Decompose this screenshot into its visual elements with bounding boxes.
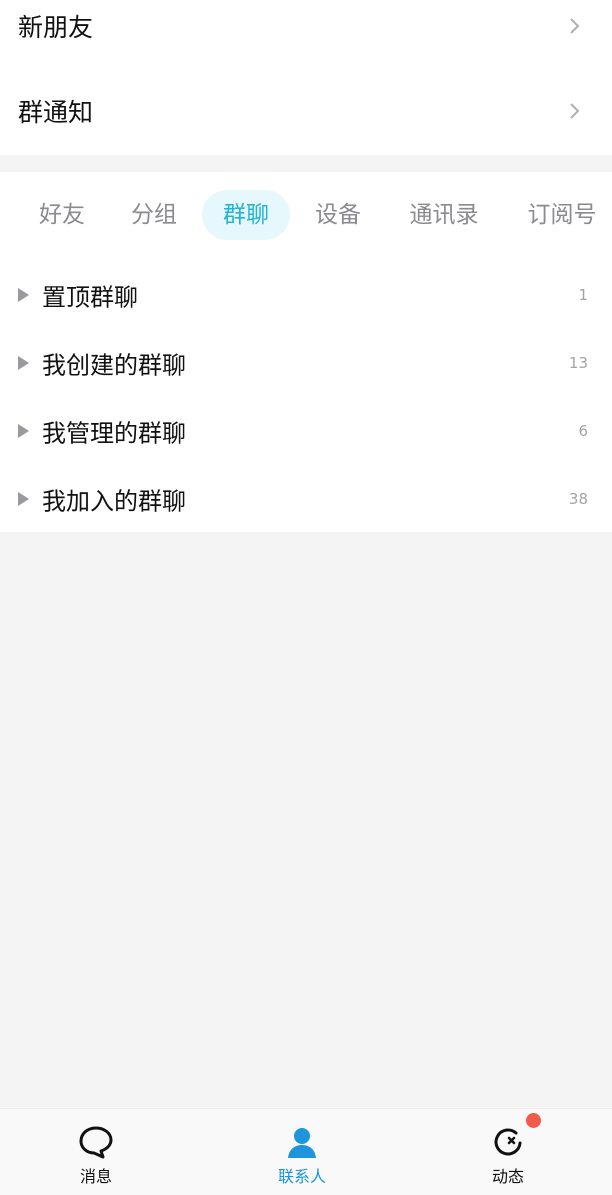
expand-triangle-icon [18,288,29,302]
nav-messages[interactable]: 消息 [36,1109,156,1195]
group-name: 置顶群聊 [42,283,138,312]
contacts-panel: 好友 分组 群聊 设备 通讯录 订阅号 置顶群聊 1 我创建的群聊 13 我管理… [0,172,612,532]
group-list-item[interactable]: 我管理的群聊 6 [0,401,612,461]
group-notice-entry[interactable]: 群通知 [0,73,612,148]
group-count: 13 [568,354,588,372]
new-friends-entry[interactable]: 新朋友 [0,0,612,63]
nav-contacts[interactable]: 联系人 [242,1109,362,1195]
group-list-item[interactable]: 我创建的群聊 13 [0,333,612,393]
chevron-right-icon [570,17,580,34]
tab-address-book[interactable]: 通讯录 [396,190,492,240]
expand-triangle-icon [18,424,29,438]
expand-triangle-icon [18,492,29,506]
group-list-item[interactable]: 置顶群聊 1 [0,265,612,325]
bottom-tab-bar: 消息 联系人 动态 [0,1108,612,1195]
notification-badge [526,1113,541,1128]
new-friends-label: 新朋友 [18,12,94,42]
tab-group-chats[interactable]: 群聊 [202,190,290,240]
group-list-item[interactable]: 我加入的群聊 38 [0,469,612,529]
moments-refresh-icon [494,1128,522,1156]
contact-tabs: 好友 分组 群聊 设备 通讯录 订阅号 [0,190,612,242]
tab-subscriptions[interactable]: 订阅号 [514,190,610,240]
chevron-right-icon [570,102,580,119]
nav-messages-label: 消息 [79,1167,112,1186]
group-name: 我创建的群聊 [42,351,186,380]
group-count: 6 [578,422,588,440]
contacts-person-icon [288,1128,316,1158]
nav-moments-label: 动态 [491,1167,524,1186]
group-notice-label: 群通知 [18,97,94,127]
chat-bubble-icon [79,1126,113,1159]
group-name: 我管理的群聊 [42,419,186,448]
group-count: 1 [578,286,588,304]
nav-moments[interactable]: 动态 [448,1109,568,1195]
nav-contacts-label: 联系人 [277,1167,326,1186]
group-count: 38 [568,490,588,508]
tab-friends[interactable]: 好友 [22,190,102,240]
expand-triangle-icon [18,356,29,370]
tab-groups-categories[interactable]: 分组 [114,190,194,240]
tab-devices[interactable]: 设备 [298,190,378,240]
top-entries-card: 新朋友 群通知 [0,0,612,155]
group-name: 我加入的群聊 [42,487,186,516]
